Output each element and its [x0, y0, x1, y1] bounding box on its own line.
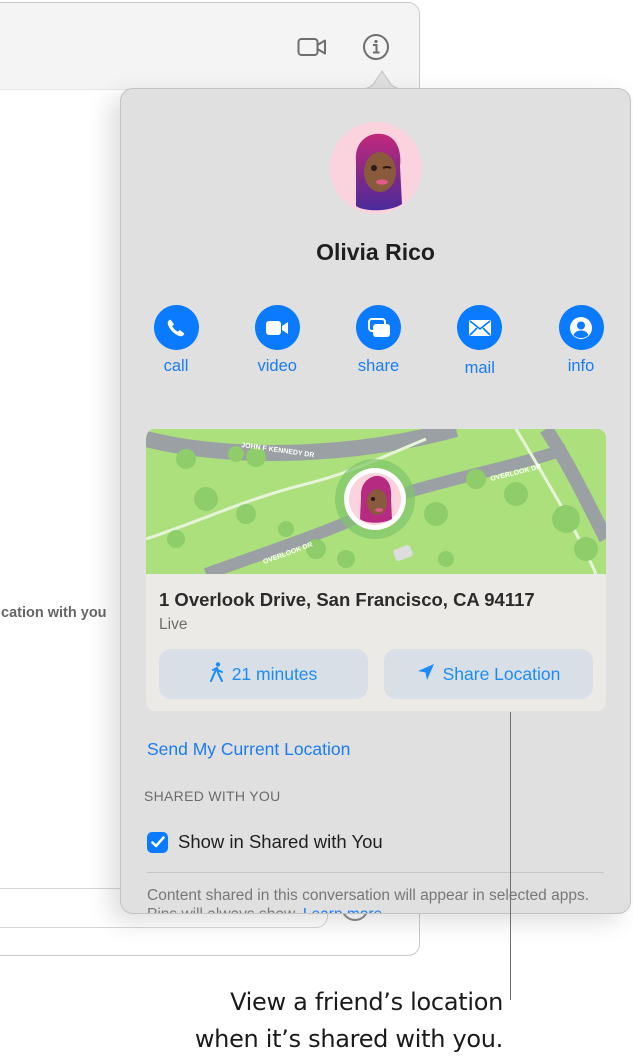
- show-in-shared-with-you-checkbox[interactable]: Show in Shared with You: [147, 831, 383, 853]
- learn-more-link[interactable]: Learn more: [303, 906, 382, 913]
- info-button[interactable]: info: [550, 305, 612, 378]
- location-address: 1 Overlook Drive, San Francisco, CA 9411…: [159, 589, 535, 610]
- callout-line: [510, 712, 511, 1000]
- location-arrow-icon: [417, 663, 435, 686]
- share-label: share: [357, 357, 400, 375]
- phone-icon: [153, 305, 199, 350]
- show-in-shared-label: Show in Shared with You: [178, 831, 383, 852]
- video-button[interactable]: video: [246, 305, 308, 378]
- mail-button[interactable]: mail: [449, 305, 511, 378]
- info-icon[interactable]: [361, 33, 391, 61]
- shared-with-you-header: SHARED WITH YOU: [144, 788, 281, 804]
- contact-name: Olivia Rico: [316, 239, 435, 265]
- video-label: video: [257, 357, 297, 375]
- checkmark-icon: [147, 831, 168, 853]
- contact-avatar: [330, 122, 422, 214]
- walking-person-icon: [209, 661, 224, 687]
- walking-time-label: 21 minutes: [231, 663, 318, 684]
- background-message-text: cation with you: [1, 605, 107, 621]
- mail-icon: [457, 305, 503, 350]
- info-label: info: [567, 357, 595, 375]
- location-card: JOHN F KENNEDY DR OVERLOOK DR OVERLOOK D…: [146, 429, 606, 711]
- share-button[interactable]: share: [348, 305, 410, 378]
- call-label: call: [163, 357, 189, 375]
- mail-label: mail: [464, 359, 495, 377]
- divider: [147, 872, 604, 873]
- share-location-label: Share Location: [442, 663, 561, 684]
- video-icon: [254, 305, 300, 350]
- contact-actions: call video share mail info: [145, 305, 612, 378]
- walking-directions-button[interactable]: 21 minutes: [159, 649, 368, 699]
- share-location-button[interactable]: Share Location: [384, 649, 593, 699]
- caption-line-2: when it’s shared with you.: [194, 1025, 503, 1053]
- person-icon: [558, 305, 604, 350]
- contact-details-popover: Olivia Rico call video share mail info J…: [120, 88, 631, 914]
- send-current-location-link[interactable]: Send My Current Location: [147, 739, 350, 760]
- callout-caption: View a friend’s location when it’s share…: [195, 984, 503, 1058]
- video-camera-icon[interactable]: [297, 33, 327, 61]
- shared-footnote: Content shared in this conversation will…: [147, 886, 617, 913]
- location-map[interactable]: JOHN F KENNEDY DR OVERLOOK DR OVERLOOK D…: [146, 429, 606, 574]
- window-toolbar: [0, 3, 419, 90]
- share-screen-icon: [356, 305, 401, 350]
- caption-line-1: View a friend’s location: [230, 988, 503, 1016]
- location-status: Live: [159, 616, 188, 633]
- call-button[interactable]: call: [145, 305, 207, 378]
